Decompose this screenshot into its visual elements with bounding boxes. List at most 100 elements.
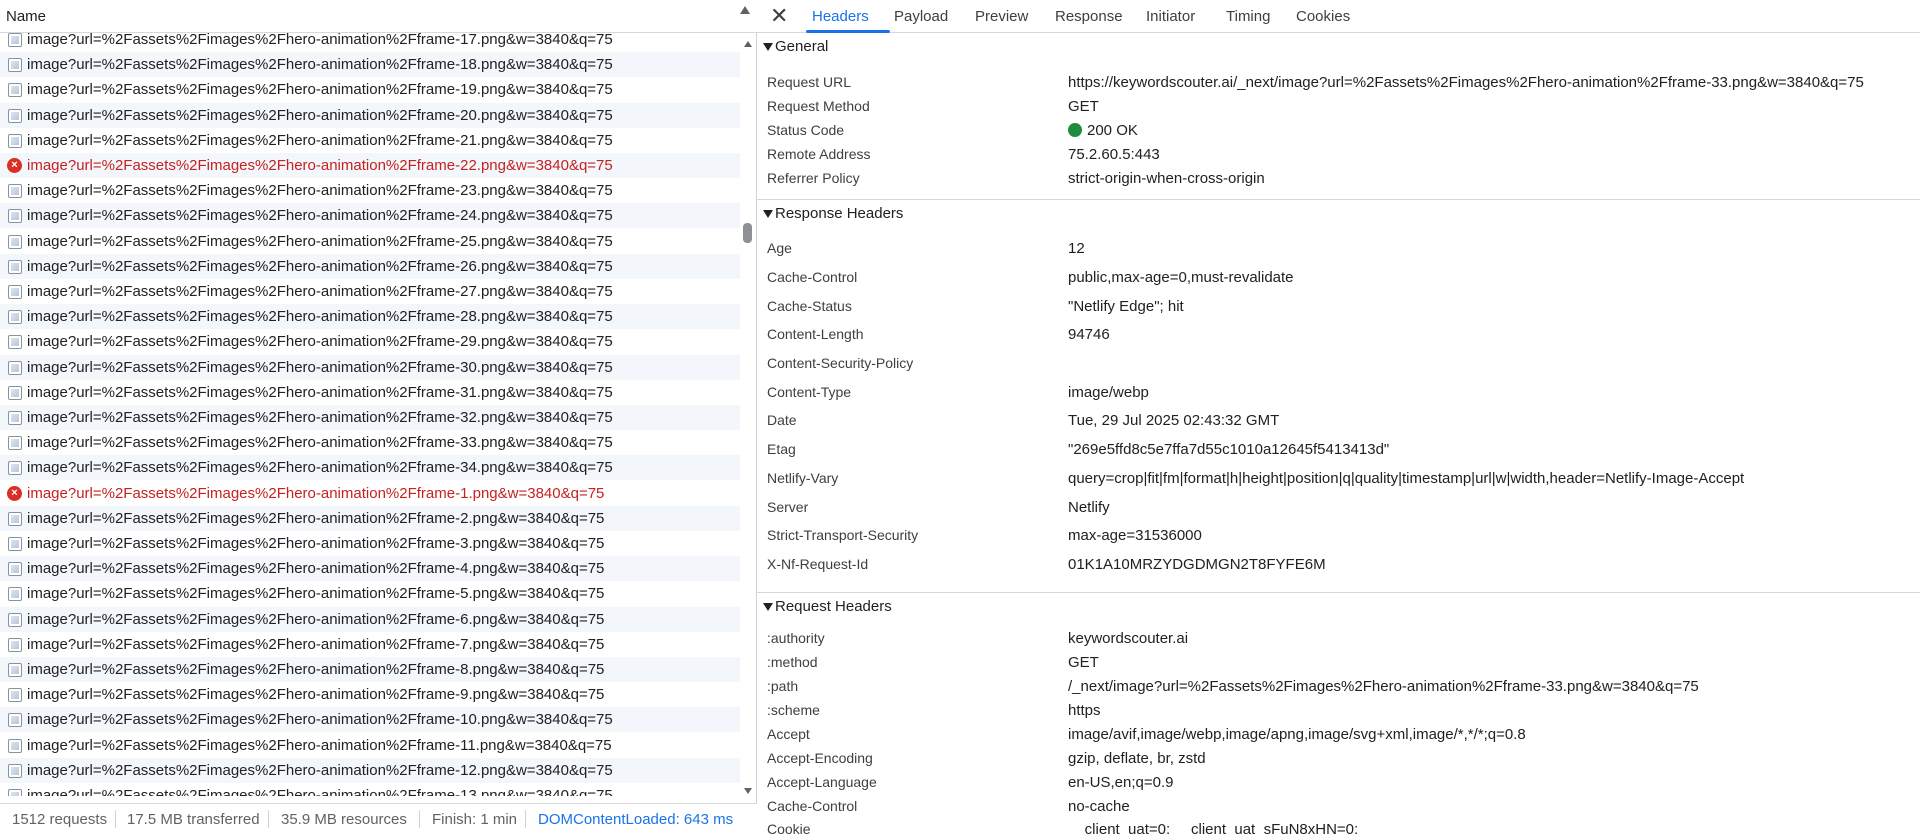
header-row: Cache-Control no-cache <box>757 795 1920 819</box>
header-key: Cache-Control <box>767 269 858 285</box>
request-name: image?url=%2Fassets%2Fimages%2Fhero-anim… <box>27 535 605 552</box>
request-row[interactable]: image?url=%2Fassets%2Fimages%2Fhero-anim… <box>0 229 740 254</box>
section-general-title: General <box>775 38 829 55</box>
tab-headers[interactable]: Headers <box>812 8 869 25</box>
request-row[interactable]: × image?url=%2Fassets%2Fimages%2Fhero-ani… <box>0 481 740 506</box>
image-file-icon <box>8 789 22 796</box>
header-key: Cache-Status <box>767 298 852 314</box>
header-row: Date Tue, 29 Jul 2025 02:43:32 GMT <box>757 409 1920 433</box>
header-value: query=crop|fit|fm|format|h|height|positi… <box>1068 470 1745 487</box>
close-icon[interactable]: ✕ <box>770 4 788 28</box>
request-row[interactable]: image?url=%2Fassets%2Fimages%2Fhero-anim… <box>0 329 740 354</box>
request-name: image?url=%2Fassets%2Fimages%2Fhero-anim… <box>27 333 613 351</box>
request-row[interactable]: image?url=%2Fassets%2Fimages%2Fhero-anim… <box>0 430 740 455</box>
section-general[interactable]: General <box>757 33 1920 61</box>
request-list-scrollbar[interactable] <box>740 33 756 796</box>
header-row: X-Nf-Request-Id 01K1A10MRZYDGDMGN2T8FYFE6… <box>757 553 1920 577</box>
image-file-icon <box>8 587 22 602</box>
image-file-icon <box>8 461 22 476</box>
header-value: 94746 <box>1068 326 1110 343</box>
request-name: image?url=%2Fassets%2Fimages%2Fhero-anim… <box>27 787 613 796</box>
header-row: Cookie __client_uat=0; __client_uat_sFuN8… <box>757 818 1920 834</box>
request-row[interactable]: image?url=%2Fassets%2Fimages%2Fhero-anim… <box>0 455 740 481</box>
request-row[interactable]: image?url=%2Fassets%2Fimages%2Fhero-anim… <box>0 77 740 102</box>
header-value: en-US,en;q=0.9 <box>1068 774 1174 791</box>
header-row: Referrer Policy strict-origin-when-cross-… <box>757 167 1920 191</box>
name-column-header[interactable]: Name <box>0 0 757 33</box>
request-row[interactable]: image?url=%2Fassets%2Fimages%2Fhero-anim… <box>0 102 740 128</box>
request-row[interactable]: image?url=%2Fassets%2Fimages%2Fhero-anim… <box>0 632 740 657</box>
image-file-icon <box>8 688 22 703</box>
header-row: Request Method GET <box>757 95 1920 119</box>
expand-triangle-icon[interactable] <box>763 210 773 218</box>
request-row[interactable]: image?url=%2Fassets%2Fimages%2Fhero-anim… <box>0 531 740 556</box>
header-value: GET <box>1068 654 1099 671</box>
tab-payload[interactable]: Payload <box>894 8 948 25</box>
status-code-value: 200 OK <box>1068 122 1138 139</box>
image-file-icon <box>8 209 22 224</box>
header-value: __client_uat=0; __client_uat_sFuN8xHN=0; <box>1068 821 1359 834</box>
header-key: Age <box>767 240 792 256</box>
expand-triangle-icon[interactable] <box>763 603 773 611</box>
request-name: image?url=%2Fassets%2Fimages%2Fhero-anim… <box>27 283 613 300</box>
header-value: "269e5ffd8c5e7ffa7d55c1010a12645f5413413… <box>1068 441 1390 458</box>
request-row[interactable]: image?url=%2Fassets%2Fimages%2Fhero-anim… <box>0 783 740 796</box>
request-row[interactable]: image?url=%2Fassets%2Fimages%2Fhero-anim… <box>0 733 740 758</box>
request-row[interactable]: image?url=%2Fassets%2Fimages%2Fhero-anim… <box>0 253 740 279</box>
request-row[interactable]: image?url=%2Fassets%2Fimages%2Fhero-anim… <box>0 33 740 52</box>
request-row[interactable]: image?url=%2Fassets%2Fimages%2Fhero-anim… <box>0 505 740 531</box>
request-row[interactable]: image?url=%2Fassets%2Fimages%2Fhero-anim… <box>0 380 740 405</box>
header-value: keywordscouter.ai <box>1068 630 1189 647</box>
header-key: Accept-Encoding <box>767 750 873 766</box>
scroll-down-icon[interactable] <box>744 788 752 794</box>
tab-preview[interactable]: Preview <box>975 8 1028 25</box>
image-file-icon <box>8 436 22 451</box>
expand-triangle-icon[interactable] <box>763 43 773 51</box>
scroll-thumb[interactable] <box>743 223 752 243</box>
dom-content-loaded-time: DOMContentLoaded: 643 ms <box>538 811 734 828</box>
request-row[interactable]: image?url=%2Fassets%2Fimages%2Fhero-anim… <box>0 682 740 707</box>
request-row[interactable]: image?url=%2Fassets%2Fimages%2Fhero-anim… <box>0 405 740 430</box>
header-row: Cache-Status "Netlify Edge"; hit <box>757 295 1920 319</box>
header-key: Accept-Language <box>767 774 877 790</box>
tab-timing[interactable]: Timing <box>1226 8 1270 25</box>
request-row[interactable]: image?url=%2Fassets%2Fimages%2Fhero-anim… <box>0 657 740 682</box>
request-row[interactable]: image?url=%2Fassets%2Fimages%2Fhero-anim… <box>0 203 740 229</box>
header-key: :method <box>767 654 818 670</box>
request-row[interactable]: image?url=%2Fassets%2Fimages%2Fhero-anim… <box>0 279 740 304</box>
request-row[interactable]: image?url=%2Fassets%2Fimages%2Fhero-anim… <box>0 354 740 380</box>
header-key: :authority <box>767 630 825 646</box>
request-row[interactable]: image?url=%2Fassets%2Fimages%2Fhero-anim… <box>0 178 740 203</box>
headers-content: General Request URL https://keywordscoute… <box>757 33 1920 834</box>
request-row[interactable]: image?url=%2Fassets%2Fimages%2Fhero-anim… <box>0 52 740 78</box>
request-row[interactable]: image?url=%2Fassets%2Fimages%2Fhero-anim… <box>0 707 740 733</box>
request-name: image?url=%2Fassets%2Fimages%2Fhero-anim… <box>27 358 613 376</box>
tab-initiator[interactable]: Initiator <box>1146 8 1195 25</box>
request-row[interactable]: image?url=%2Fassets%2Fimages%2Fhero-anim… <box>0 757 740 783</box>
request-row[interactable]: image?url=%2Fassets%2Fimages%2Fhero-anim… <box>0 128 740 153</box>
tab-response[interactable]: Response <box>1055 8 1123 25</box>
header-value: public,max-age=0,must-revalidate <box>1068 269 1294 286</box>
request-name: image?url=%2Fassets%2Fimages%2Fhero-anim… <box>27 661 605 678</box>
header-key: Cache-Control <box>767 798 858 814</box>
header-value: image/avif,image/webp,image/apng,image/s… <box>1068 726 1526 743</box>
status-code-text: 200 OK <box>1087 122 1138 139</box>
header-row: Age 12 <box>757 237 1920 261</box>
header-key: Strict-Transport-Security <box>767 527 919 543</box>
status-success-icon <box>1068 123 1082 137</box>
sort-ascending-icon[interactable] <box>740 6 750 14</box>
request-row[interactable]: image?url=%2Fassets%2Fimages%2Fhero-anim… <box>0 304 740 330</box>
scroll-up-icon[interactable] <box>744 41 752 47</box>
request-row[interactable]: image?url=%2Fassets%2Fimages%2Fhero-anim… <box>0 556 740 582</box>
header-value: GET <box>1068 98 1099 115</box>
request-name: image?url=%2Fassets%2Fimages%2Fhero-anim… <box>27 207 613 225</box>
header-key: Netlify-Vary <box>767 470 839 486</box>
request-row[interactable]: × image?url=%2Fassets%2Fimages%2Fhero-ani… <box>0 153 740 178</box>
request-row[interactable]: image?url=%2Fassets%2Fimages%2Fhero-anim… <box>0 606 740 632</box>
tab-cookies[interactable]: Cookies <box>1296 8 1350 25</box>
header-key: Request Method <box>767 98 870 114</box>
section-request-headers[interactable]: Request Headers <box>757 592 1920 620</box>
request-row[interactable]: image?url=%2Fassets%2Fimages%2Fhero-anim… <box>0 581 740 606</box>
header-key: Etag <box>767 441 796 457</box>
section-response-headers[interactable]: Response Headers <box>757 199 1920 227</box>
